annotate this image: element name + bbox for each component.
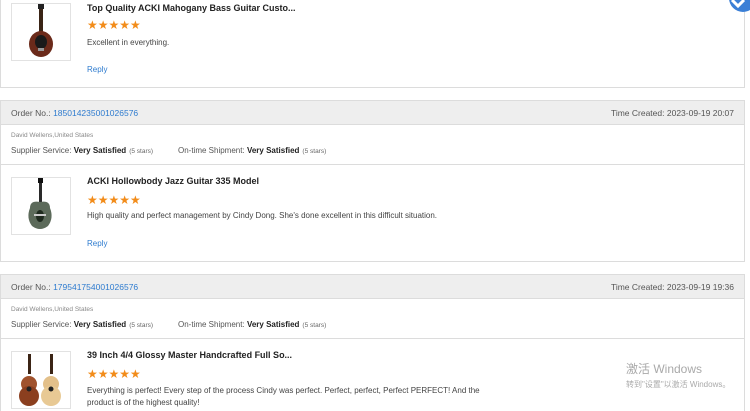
reply-link[interactable]: Reply bbox=[87, 239, 107, 248]
time-created: Time Created: 2023-09-19 19:36 bbox=[611, 282, 734, 292]
shipment-stars: (5 stars) bbox=[302, 322, 327, 329]
product-thumbnail[interactable] bbox=[11, 177, 71, 235]
review-comment: Excellent in everything. bbox=[87, 38, 170, 47]
product-thumbnail[interactable] bbox=[11, 351, 71, 409]
windows-activation-watermark: 激活 Windows 转到"设置"以激活 Windows。 bbox=[626, 360, 730, 390]
supplier-stars: (5 stars) bbox=[129, 322, 154, 329]
order-number-link[interactable]: 179541754001026576 bbox=[53, 282, 138, 292]
product-title-link[interactable]: ACKI Hollowbody Jazz Guitar 335 Model bbox=[87, 176, 259, 186]
review-comment: Everything is perfect! Every step of the… bbox=[87, 386, 480, 407]
rating-stars: ★★★★★ bbox=[87, 193, 141, 207]
shipment-rating: On-time Shipment: Very Satisfied (5 stars… bbox=[178, 320, 326, 329]
buyer-name: David Wellens,United States bbox=[11, 132, 94, 139]
order-label: Order No.: bbox=[11, 108, 51, 118]
supplier-value: Very Satisfied bbox=[73, 320, 127, 329]
watermark-subtitle: 转到"设置"以激活 Windows。 bbox=[626, 380, 731, 389]
shipment-rating: On-time Shipment: Very Satisfied (5 stars… bbox=[178, 146, 326, 155]
product-thumbnail[interactable] bbox=[11, 3, 71, 61]
buyer-info: David Wellens,United States Supplier Ser… bbox=[0, 125, 745, 165]
shipment-value: Very Satisfied bbox=[246, 146, 300, 155]
watermark-title: 激活 Windows bbox=[626, 362, 703, 376]
shipment-label: On-time Shipment: bbox=[178, 146, 245, 155]
jazz-guitar-icon bbox=[28, 178, 52, 229]
order-label: Order No.: bbox=[11, 282, 51, 292]
supplier-service-rating: Supplier Service: Very Satisfied (5 stars… bbox=[11, 320, 153, 329]
rating-stars: ★★★★★ bbox=[87, 367, 141, 381]
time-value: 2023-09-19 19:36 bbox=[666, 282, 734, 292]
order-number-link[interactable]: 185014235001026576 bbox=[53, 108, 138, 118]
order-header: Order No.: 179541754001026576 Time Creat… bbox=[0, 274, 745, 299]
time-value: 2023-09-19 20:07 bbox=[666, 108, 734, 118]
supplier-service-rating: Supplier Service: Very Satisfied (5 stars… bbox=[11, 146, 153, 155]
time-label: Time Created: bbox=[610, 282, 665, 292]
buyer-info: David Wellens,United States Supplier Ser… bbox=[0, 299, 745, 339]
shipment-value: Very Satisfied bbox=[246, 320, 300, 329]
rating-stars: ★★★★★ bbox=[87, 18, 141, 32]
order-number: Order No.: 179541754001026576 bbox=[11, 282, 138, 292]
acoustic-guitars-icon bbox=[19, 354, 61, 406]
bass-guitar-icon bbox=[29, 4, 53, 57]
product-title-link[interactable]: Top Quality ACKI Mahogany Bass Guitar Cu… bbox=[87, 3, 296, 13]
order-header: Order No.: 185014235001026576 Time Creat… bbox=[0, 100, 745, 125]
supplier-label: Supplier Service: bbox=[11, 146, 72, 155]
review-card-2: ACKI Hollowbody Jazz Guitar 335 Model ★★… bbox=[0, 165, 745, 262]
shipment-label: On-time Shipment: bbox=[178, 320, 245, 329]
reply-link[interactable]: Reply bbox=[87, 65, 107, 74]
review-comment: High quality and perfect management by C… bbox=[87, 211, 438, 220]
order-number: Order No.: 185014235001026576 bbox=[11, 108, 138, 118]
review-card-1: Top Quality ACKI Mahogany Bass Guitar Cu… bbox=[0, 0, 745, 88]
time-created: Time Created: 2023-09-19 20:07 bbox=[611, 108, 734, 118]
buyer-name: David Wellens,United States bbox=[11, 306, 94, 313]
supplier-stars: (5 stars) bbox=[129, 148, 154, 155]
blue-arrow-icon[interactable] bbox=[723, 0, 750, 16]
time-label: Time Created: bbox=[610, 108, 665, 118]
product-title-link[interactable]: 39 Inch 4/4 Glossy Master Handcrafted Fu… bbox=[87, 350, 292, 360]
supplier-label: Supplier Service: bbox=[11, 320, 72, 329]
supplier-value: Very Satisfied bbox=[73, 146, 127, 155]
shipment-stars: (5 stars) bbox=[302, 148, 327, 155]
